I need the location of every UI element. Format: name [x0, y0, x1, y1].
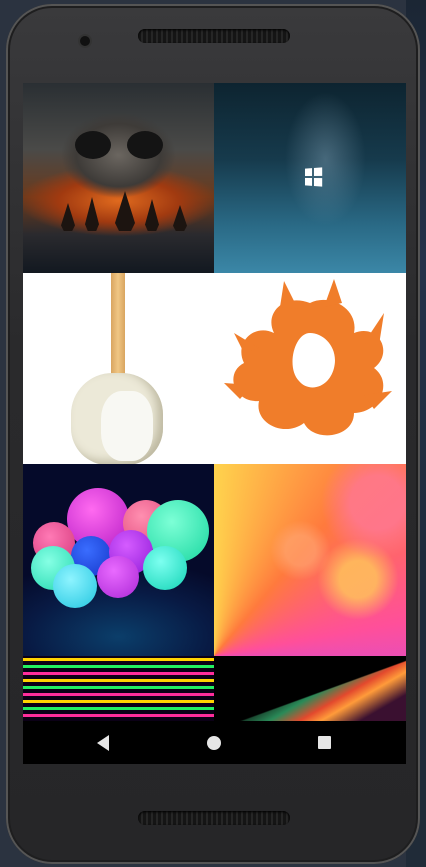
back-button[interactable] [73, 721, 133, 764]
recents-button[interactable] [294, 721, 354, 764]
ship-silhouette [85, 197, 99, 231]
ship-silhouette [61, 203, 75, 231]
wallpaper-tile-orange-fox[interactable] [214, 273, 406, 464]
wallpaper-tile-guitar[interactable] [23, 273, 214, 464]
bottom-speaker-grille [138, 811, 290, 825]
wallpaper-grid [23, 83, 406, 721]
phone-frame [6, 4, 420, 864]
wallpaper-tile-dark-streaks[interactable] [214, 656, 406, 721]
windows-logo-icon [304, 167, 323, 187]
android-navigation-bar [23, 721, 406, 764]
wallpaper-tile-windows[interactable] [214, 83, 406, 273]
phone-screen [23, 83, 406, 764]
neon-ball [97, 556, 139, 598]
skull-eye-left [75, 131, 111, 159]
ship-silhouette [173, 205, 187, 231]
home-circle-icon [207, 735, 221, 750]
wallpaper-tile-neon-squares[interactable] [23, 656, 214, 721]
ship-silhouette [115, 191, 135, 231]
wallpaper-tile-neon-balls[interactable] [23, 464, 214, 656]
fox-illustration [224, 279, 392, 436]
neon-ball [53, 564, 97, 608]
back-triangle-icon [97, 734, 109, 751]
guitar-pickguard [101, 391, 153, 461]
wallpaper-tile-light-rays[interactable] [214, 464, 406, 656]
recents-square-icon [317, 736, 331, 749]
home-button[interactable] [184, 721, 244, 764]
wallpaper-tile-skull-ships[interactable] [23, 83, 214, 273]
front-camera [80, 36, 90, 46]
neon-ball [143, 546, 187, 590]
top-speaker-grille [138, 29, 290, 43]
skull-eye-right [127, 131, 163, 159]
ship-silhouette [145, 199, 159, 231]
